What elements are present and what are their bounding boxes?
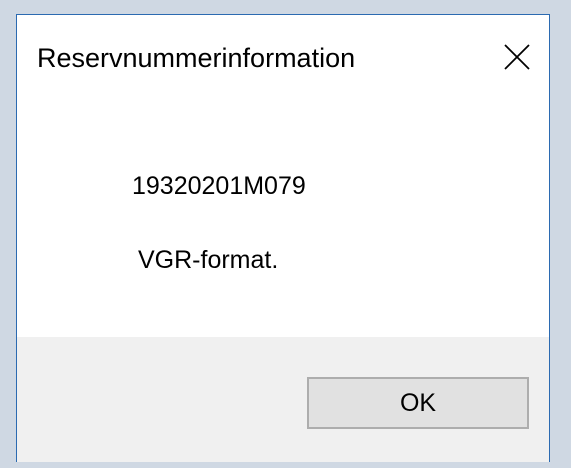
dialog-title: Reservnummerinformation [37, 43, 356, 73]
reserve-number-text: 19320201M079 [132, 172, 306, 200]
message-dialog: Reservnummerinformation 19320201M079 VGR… [16, 14, 550, 462]
dialog-footer: OK [17, 337, 549, 462]
close-icon [504, 44, 530, 70]
ok-button[interactable]: OK [307, 377, 529, 429]
title-bar: Reservnummerinformation [17, 15, 549, 101]
dialog-content: 19320201M079 VGR-format. [17, 101, 549, 337]
format-text: VGR-format. [138, 246, 279, 274]
close-button[interactable] [485, 33, 549, 81]
